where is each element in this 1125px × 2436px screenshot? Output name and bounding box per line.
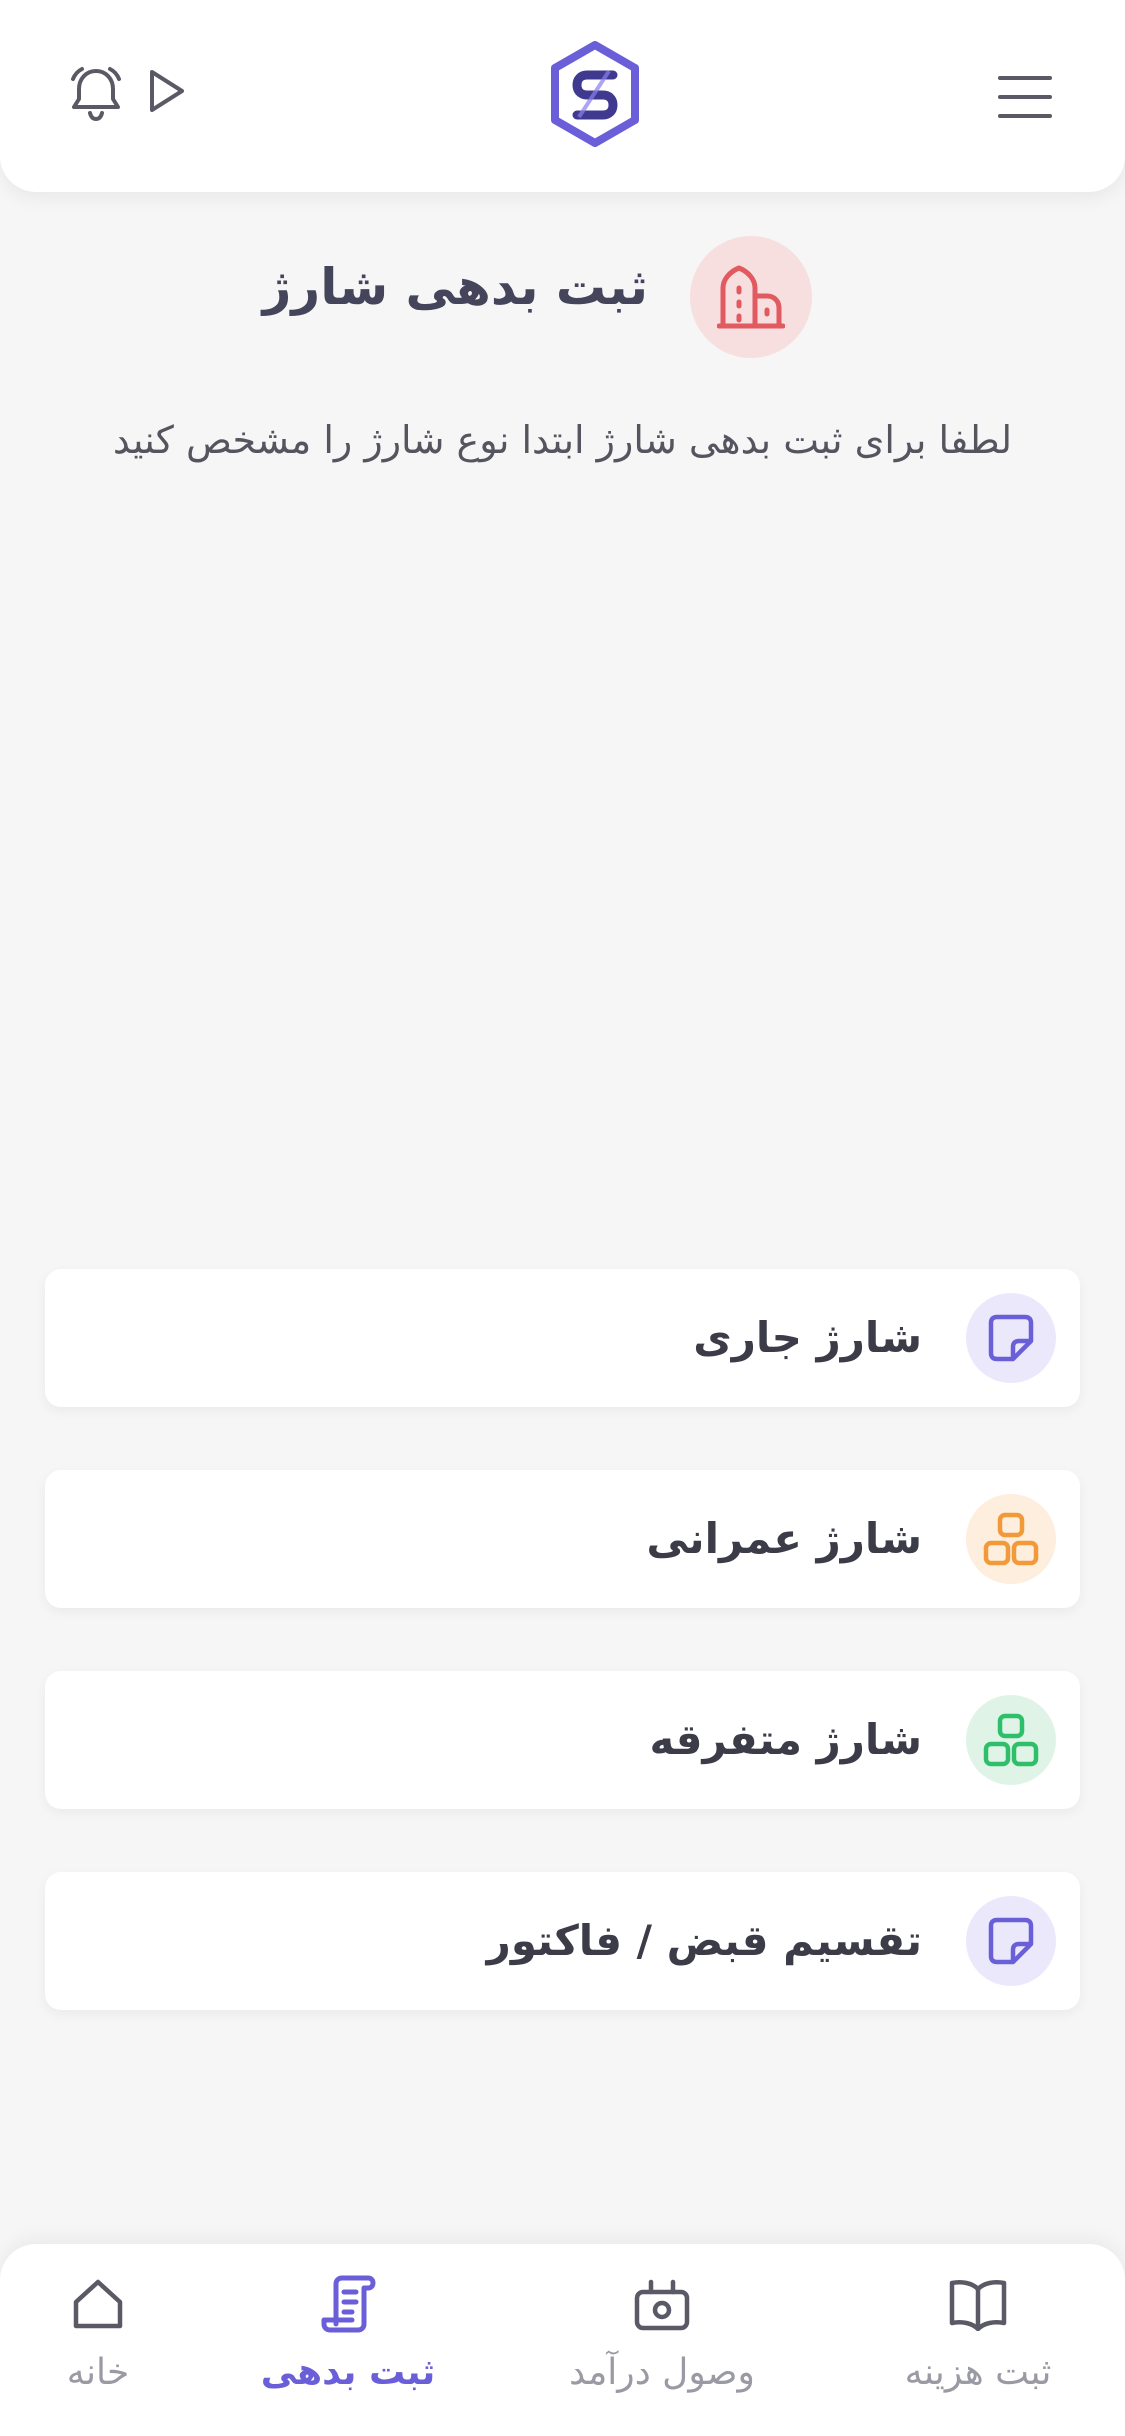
option-development-charge[interactable]: شارژ عمرانی [45, 1470, 1080, 1608]
nav-label-home: خانه [66, 2352, 130, 2393]
note-icon [966, 1896, 1056, 1986]
app-header [0, 0, 1125, 192]
play-icon[interactable] [144, 66, 188, 116]
scroll-icon [218, 2270, 478, 2338]
nav-item-expense[interactable]: ثبت هزینه [848, 2270, 1108, 2393]
option-label: شارژ جاری [693, 1313, 922, 1362]
nav-label-debt: ثبت بدهی [260, 2352, 436, 2393]
page-title: ثبت بدهی شارژ [262, 258, 648, 316]
blocks-icon [966, 1695, 1056, 1785]
nav-item-debt[interactable]: ثبت بدهی [218, 2270, 478, 2393]
option-label: تقسیم قبض / فاکتور [486, 1916, 922, 1965]
building-icon [690, 236, 812, 358]
page-subtitle: لطفا برای ثبت بدهی شارژ ابتدا نوع شارژ ر… [112, 418, 1013, 462]
note-icon [966, 1293, 1056, 1383]
option-current-charge[interactable]: شارژ جاری [45, 1269, 1080, 1407]
cash-register-icon [532, 2270, 792, 2338]
nav-item-income[interactable]: وصول درآمد [532, 2270, 792, 2393]
bottom-navigation: خانه ثبت بدهی وصول درآمد ثبت هزینه [0, 2244, 1125, 2436]
nav-item-home[interactable]: خانه [0, 2270, 228, 2393]
app-logo [548, 40, 642, 148]
blocks-icon [966, 1494, 1056, 1584]
notification-bell-icon[interactable] [66, 62, 126, 126]
nav-label-expense: ثبت هزینه [904, 2352, 1052, 2393]
option-split-bill[interactable]: تقسیم قبض / فاکتور [45, 1872, 1080, 2010]
page-title-row: ثبت بدهی شارژ [0, 236, 1125, 360]
hamburger-menu-icon[interactable] [996, 70, 1054, 124]
option-miscellaneous-charge[interactable]: شارژ متفرقه [45, 1671, 1080, 1809]
option-label: شارژ عمرانی [646, 1514, 922, 1563]
nav-label-income: وصول درآمد [569, 2352, 755, 2393]
home-icon [0, 2270, 228, 2338]
book-icon [848, 2270, 1108, 2338]
option-label: شارژ متفرقه [649, 1715, 922, 1764]
